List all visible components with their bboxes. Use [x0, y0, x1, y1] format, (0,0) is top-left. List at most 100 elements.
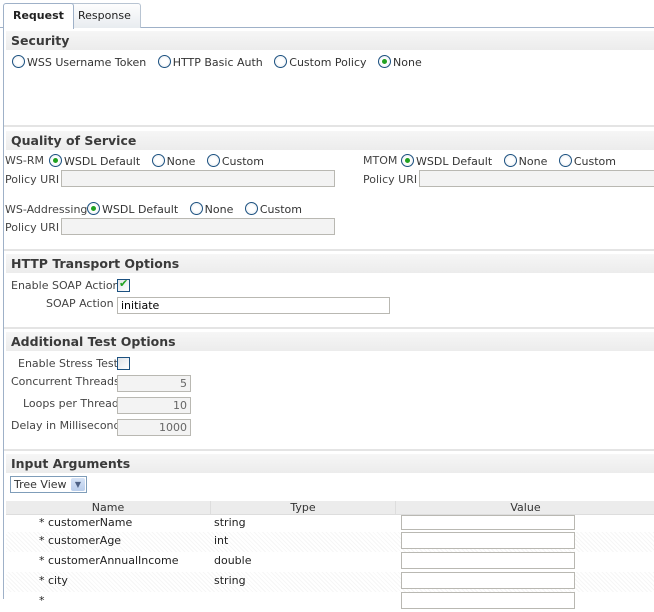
radio-label: None — [393, 56, 422, 69]
arg-type: string — [214, 516, 246, 529]
tab-response[interactable]: Response — [68, 3, 141, 28]
checkmark-icon: ✔ — [119, 277, 129, 290]
arg-value-input[interactable] — [401, 592, 575, 609]
wsaddr-radio-custom[interactable]: Custom — [244, 202, 303, 216]
arg-value-input[interactable] — [401, 552, 575, 569]
section-security-title: Security — [6, 31, 654, 50]
radio-label: WSS Username Token — [27, 56, 147, 69]
delay-input[interactable]: 1000 — [117, 419, 191, 436]
arg-value-input[interactable] — [401, 532, 575, 549]
radio-custom-policy[interactable]: Custom Policy — [274, 55, 367, 69]
loops-per-thread-input[interactable]: 10 — [117, 397, 191, 414]
stress-test-label: Enable Stress Test — [18, 357, 118, 370]
arg-name: * customerAge — [39, 534, 122, 547]
arg-value-input[interactable] — [401, 572, 575, 589]
arg-type: int — [214, 534, 229, 547]
table-row: * customerAnnualIncome double — [6, 552, 654, 572]
stress-test-checkbox[interactable] — [117, 357, 130, 370]
section-http-title: HTTP Transport Options — [6, 254, 654, 273]
column-header-value[interactable]: Value — [396, 501, 654, 515]
section-args-title: Input Arguments — [6, 454, 654, 473]
arg-value-input[interactable] — [401, 515, 575, 530]
arg-type: double — [214, 554, 252, 567]
wsrm-options: WSDL Default None Custom — [49, 154, 272, 168]
delay-label: Delay in Milliseconds — [11, 419, 127, 432]
request-panel: Security WSS Username Token HTTP Basic A… — [3, 28, 654, 609]
radio-label: HTTP Basic Auth — [172, 56, 263, 69]
enable-soap-action-label: Enable SOAP Action — [11, 279, 120, 292]
soap-action-label: SOAP Action — [46, 297, 114, 310]
table-row: * — [6, 592, 654, 612]
divider — [4, 449, 654, 451]
mtom-radio-none[interactable]: None — [503, 154, 548, 168]
soap-action-input[interactable]: initiate — [117, 297, 390, 314]
wsrm-policy-uri-label: Policy URI — [5, 173, 60, 186]
radio-label: None — [518, 155, 548, 168]
wsaddressing-options: WSDL Default None Custom — [87, 202, 310, 216]
radio-icon — [189, 202, 203, 215]
mtom-radio-custom[interactable]: Custom — [558, 154, 617, 168]
wsrm-radio-none[interactable]: None — [151, 154, 196, 168]
wsrm-radio-wsdl-default[interactable]: WSDL Default — [49, 154, 140, 168]
radio-label: None — [204, 203, 234, 216]
column-header-type[interactable]: Type — [211, 501, 396, 515]
radio-label: WSDL Default — [416, 155, 493, 168]
enable-soap-action-checkbox[interactable]: ✔ — [117, 277, 130, 292]
radio-label: Custom — [573, 155, 617, 168]
radio-icon — [558, 154, 572, 167]
radio-checked-icon — [378, 55, 392, 68]
concurrent-threads-label: Concurrent Threads — [11, 375, 120, 388]
radio-icon — [274, 55, 288, 68]
radio-icon — [244, 202, 258, 215]
radio-checked-icon — [87, 202, 100, 215]
wsaddr-radio-wsdl-default[interactable]: WSDL Default — [87, 202, 178, 216]
arg-type: string — [214, 574, 246, 587]
radio-label: None — [166, 155, 196, 168]
radio-icon — [12, 55, 25, 68]
wsrm-policy-uri-input[interactable] — [61, 170, 335, 187]
radio-label: WSDL Default — [102, 203, 179, 216]
radio-label: WSDL Default — [64, 155, 141, 168]
view-select[interactable]: Tree View ▼ — [10, 476, 87, 493]
section-test-title: Additional Test Options — [6, 332, 654, 351]
table-row: * customerAge int — [6, 532, 654, 552]
arg-name: * customerName — [39, 516, 133, 529]
radio-checked-icon — [49, 154, 62, 167]
column-header-name[interactable]: Name — [6, 501, 211, 515]
wsaddr-radio-none[interactable]: None — [189, 202, 234, 216]
wsrm-label: WS-RM — [5, 154, 44, 167]
security-options: WSS Username Token HTTP Basic Auth Custo… — [12, 55, 430, 69]
arg-name: * — [39, 594, 45, 607]
wsaddr-policy-uri-input[interactable] — [61, 218, 335, 235]
radio-icon — [206, 154, 220, 167]
section-qos-title: Quality of Service — [6, 131, 654, 150]
radio-icon — [157, 55, 171, 68]
view-select-value: Tree View — [14, 478, 67, 491]
divider — [4, 327, 654, 329]
divider — [4, 249, 654, 251]
table-row: * city string — [6, 572, 654, 592]
wsaddr-policy-uri-label: Policy URI — [5, 221, 60, 234]
mtom-radio-wsdl-default[interactable]: WSDL Default — [401, 154, 492, 168]
radio-label: Custom — [221, 155, 265, 168]
wsaddressing-label: WS-Addressing — [5, 203, 88, 216]
arg-name: * customerAnnualIncome — [39, 554, 179, 567]
radio-label: Custom — [259, 203, 303, 216]
mtom-policy-uri-label: Policy URI — [363, 173, 418, 186]
radio-icon — [151, 154, 165, 167]
wsrm-radio-custom[interactable]: Custom — [206, 154, 265, 168]
radio-icon — [503, 154, 517, 167]
loops-per-thread-label: Loops per Thread — [23, 397, 119, 410]
mtom-policy-uri-input[interactable] — [419, 170, 654, 187]
chevron-down-icon[interactable]: ▼ — [71, 478, 85, 491]
concurrent-threads-input[interactable]: 5 — [117, 375, 191, 392]
radio-none[interactable]: None — [378, 55, 422, 69]
mtom-label: MTOM — [363, 154, 398, 167]
arg-name: * city — [39, 574, 68, 587]
radio-wss-username-token[interactable]: WSS Username Token — [12, 55, 146, 69]
tab-request[interactable]: Request — [3, 3, 74, 29]
radio-label: Custom Policy — [289, 56, 367, 69]
radio-checked-icon — [401, 154, 414, 167]
radio-http-basic-auth[interactable]: HTTP Basic Auth — [157, 55, 263, 69]
mtom-options: WSDL Default None Custom — [401, 154, 624, 168]
